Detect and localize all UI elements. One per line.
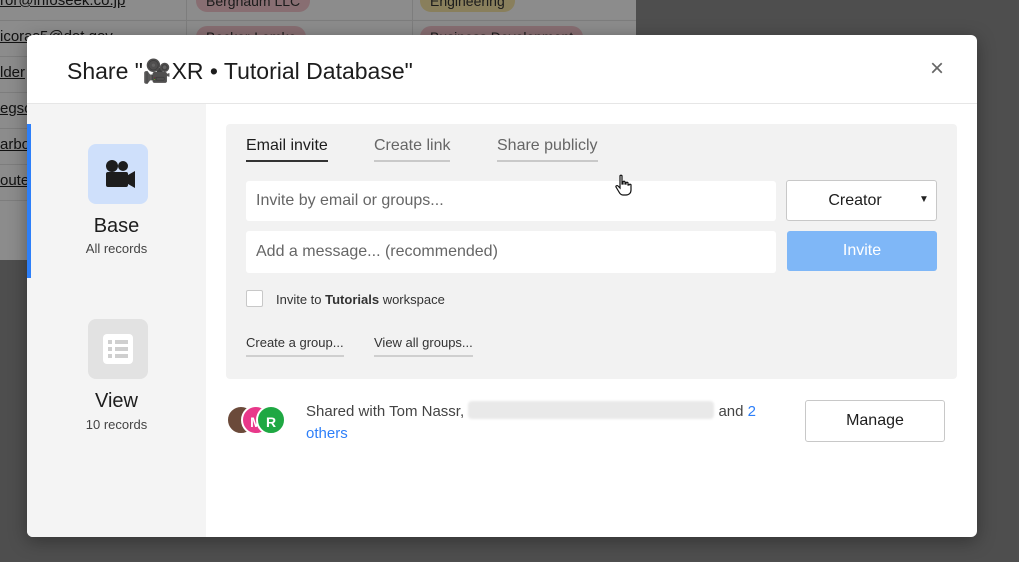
sidebar-item-base[interactable]: Base All records <box>27 124 206 278</box>
close-icon: × <box>929 55 944 82</box>
sidebar-item-sub: All records <box>85 241 148 256</box>
dialog-title: Share "🎥XR • Tutorial Database" <box>67 58 413 84</box>
workspace-label-prefix: Invite to <box>276 292 326 307</box>
grid-view-icon <box>88 319 148 379</box>
message-input[interactable] <box>246 231 776 273</box>
view-groups-link[interactable]: View all groups... <box>374 335 473 357</box>
shared-with-text: Shared with Tom Nassr, and 2 others <box>306 401 796 445</box>
workspace-name: Tutorials <box>325 292 380 307</box>
share-scope-sidebar: Base All records View 10 records <box>27 104 206 537</box>
shared-middle: and <box>714 403 748 420</box>
camera-icon <box>88 144 148 204</box>
tab-email-invite[interactable]: Email invite <box>246 137 328 162</box>
invite-panel: Email invite Create link Share publicly … <box>226 124 957 379</box>
blurred-names <box>468 401 715 419</box>
sidebar-item-label: View <box>95 390 138 412</box>
tab-share-publicly[interactable]: Share publicly <box>497 137 598 162</box>
email-input[interactable] <box>246 181 776 221</box>
sidebar-item-view[interactable]: View 10 records <box>27 300 206 450</box>
workspace-checkbox-label: Invite to Tutorials workspace <box>276 292 445 307</box>
manage-button[interactable]: Manage <box>805 400 945 442</box>
sidebar-item-label: Base <box>93 215 140 237</box>
workspace-checkbox[interactable] <box>246 290 263 307</box>
role-value: Creator <box>828 192 882 209</box>
avatar: R <box>256 405 286 435</box>
sidebar-item-sub: 10 records <box>85 417 148 432</box>
share-dialog: Share "🎥XR • Tutorial Database" × Base A… <box>27 35 977 537</box>
dialog-header: Share "🎥XR • Tutorial Database" × <box>27 35 977 104</box>
tab-create-link[interactable]: Create link <box>374 137 451 162</box>
create-group-link[interactable]: Create a group... <box>246 335 344 357</box>
invite-button[interactable]: Invite <box>787 231 937 271</box>
role-dropdown[interactable]: Creator ▼ <box>786 180 937 221</box>
hand-cursor-icon <box>615 174 632 196</box>
caret-down-icon: ▼ <box>919 194 929 205</box>
collaborator-avatars[interactable]: M R <box>226 405 290 437</box>
close-button[interactable]: × <box>925 57 949 81</box>
shared-prefix: Shared with Tom Nassr, <box>306 403 465 420</box>
workspace-label-suffix: workspace <box>379 292 445 307</box>
